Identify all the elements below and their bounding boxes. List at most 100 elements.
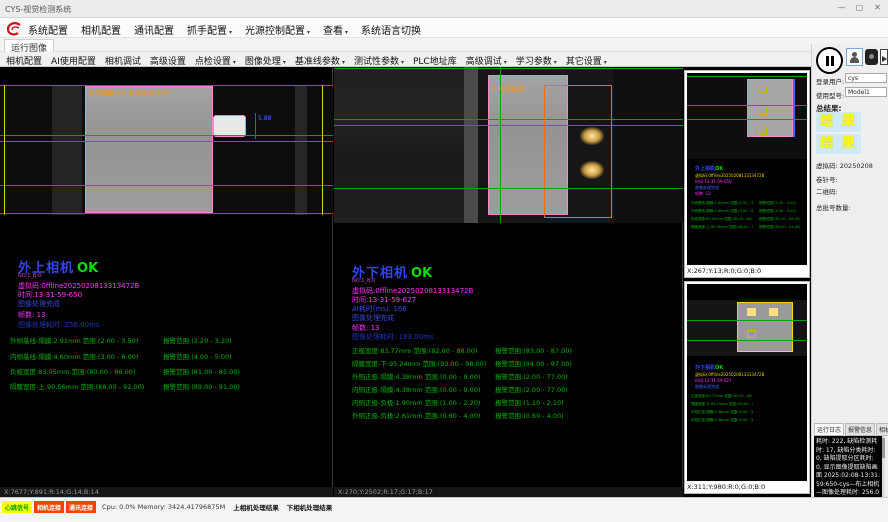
cpu-memory-status: Cpu: 0.0% Memory: 3424.41796875M — [102, 503, 225, 511]
left-camera-image[interactable]: 5.88 灰度阈值:93, 动态阈值:100 — [0, 85, 333, 215]
alarm-range: 报警范围:(1.10 - 2.10) — [495, 397, 564, 407]
tool-camera-debug[interactable]: 相机调试 — [105, 54, 141, 67]
alarm-range: 报警范围:(4.00 - 5.00) — [163, 351, 232, 361]
mini-camera-title: 外下相机OK — [695, 364, 723, 371]
tool-plc-address[interactable]: PLC地址库 — [413, 54, 457, 67]
menu-comm-config[interactable]: 通讯配置 — [134, 22, 174, 37]
chevron-down-icon: ▾ — [401, 59, 404, 66]
tool-other-settings[interactable]: 其它设置▾ — [566, 54, 607, 67]
tool-test-params[interactable]: 测试性参数▾ — [354, 54, 404, 67]
result-box-2: 结 果 — [816, 134, 861, 154]
batch-count-label: 总批号数量: — [816, 202, 851, 212]
chevron-down-icon: ▾ — [233, 59, 236, 66]
ai-detection-roi — [544, 85, 612, 218]
left-process-done: 图像处理完成 — [18, 299, 60, 309]
alarm-range: 报警范围:(2.20 - 3.20) — [163, 335, 232, 345]
middle-camera-sub: NO:1_B:0 — [352, 278, 375, 284]
chevron-down-icon: ▾ — [307, 29, 310, 36]
menu-system-config[interactable]: 系统配置 — [28, 22, 68, 37]
window-title: CYS-视觉检测系统 — [5, 4, 71, 15]
chevron-down-icon: ▾ — [229, 29, 232, 36]
device-button[interactable] — [865, 49, 878, 65]
tab-camera-info[interactable]: 相机信息 — [876, 423, 888, 436]
model-field[interactable]: Model1 — [845, 87, 887, 97]
log-output: 耗时: 222, 缺陷检测耗时: 17, 缺陷分类耗时: 0, 缺陷提取分区耗时… — [814, 436, 885, 497]
measure-marker-line — [255, 113, 256, 139]
measurement-row: 内侧正极-负极:1.90mm 范围:(1.00 - 2.20) — [352, 397, 480, 407]
tool-image-processing[interactable]: 图像处理▾ — [245, 54, 286, 67]
exit-button[interactable] — [880, 49, 888, 65]
camera-connect-badge: 相机连接 — [34, 501, 64, 513]
pause-button[interactable] — [816, 47, 843, 74]
login-user-label: 登录用户: — [816, 76, 844, 86]
alarm-range: 报警范围:(0.60 - 4.00) — [495, 410, 564, 420]
mini-panel-bottom[interactable]: 外下相机OK 虚拟码:0ffline2025020813313472B 时间:1… — [684, 281, 810, 494]
mini-top-pixel-coords: X:267;Y:13;R:0;G:0;B:0 — [685, 267, 809, 277]
chevron-down-icon: ▾ — [283, 59, 286, 66]
tab-alarm-info[interactable]: 报警信息 — [845, 423, 875, 436]
alarm-range: 报警范围:(94.00 - 97.00) — [495, 358, 572, 368]
menu-gripper-config[interactable]: 抓手配置▾ — [187, 22, 232, 37]
tool-learning-params[interactable]: 学习参数▾ — [516, 54, 557, 67]
alarm-range: 报警范围:(2.00 - 77.00) — [495, 371, 568, 381]
alarm-range: 报警范围:(81.00 - 85.00) — [163, 366, 240, 376]
user-login-button[interactable] — [846, 48, 863, 66]
log-scrollbar[interactable] — [882, 436, 885, 497]
tab-run-image[interactable]: 运行图像 — [4, 39, 54, 52]
result-box-1: 结 果 — [816, 112, 861, 132]
left-camera-viewport[interactable]: 5.88 灰度阈值:93, 动态阈值:100 外上相机OK NO:1_B:0 虚… — [0, 67, 333, 497]
virtual-code-value: 20250208 — [840, 162, 873, 170]
mini-bottom-pixel-coords: X:311;Y:980;R:0;G:0;B:0 — [685, 483, 809, 493]
log-tab-strip: 运行日志 报警信息 相机信息 — [814, 423, 888, 436]
upper-camera-result-link[interactable]: 上相机处理结果 — [233, 502, 279, 512]
middle-camera-viewport[interactable]: AI检测画面 外下相机OK NO:1_B:0 虚拟码:0ffline202502… — [334, 67, 683, 497]
middle-process-time: 图像处理耗时: 183.00ms — [352, 332, 434, 342]
ok-status-badge: OK — [77, 261, 98, 276]
chevron-down-icon: ▾ — [342, 59, 345, 66]
tool-ai-config[interactable]: AI使用配置 — [51, 54, 96, 67]
chevron-down-icon: ▾ — [504, 59, 507, 66]
comm-connect-badge: 通讯连接 — [66, 501, 96, 513]
chevron-down-icon: ▾ — [554, 59, 557, 66]
sidebar: 登录用户: cys 使用型号: Model1 总结果: 结 果 结 果 虚拟码:… — [811, 44, 888, 497]
lower-camera-result-link[interactable]: 下相机处理结果 — [287, 502, 333, 512]
tool-camera-config[interactable]: 相机配置 — [6, 54, 42, 67]
middle-process-done: 图像处理完成 — [352, 313, 394, 323]
mini-camera-title: 外上相机OK — [695, 165, 723, 172]
alarm-range: 报警范围:(89.00 - 91.00) — [163, 381, 240, 391]
left-frame-count: 帧数: 13 — [18, 310, 46, 320]
minimize-icon[interactable]: — — [834, 2, 849, 14]
menu-light-config[interactable]: 光源控制配置▾ — [245, 22, 310, 37]
measurement-row: 正极宽度:83.77mm 范围:(82.00 - 88.00) — [352, 345, 477, 355]
tool-advanced-debug[interactable]: 高级调试▾ — [466, 54, 507, 67]
middle-pixel-coords: X:270;Y:2502;R:17;G:17;B:17 — [334, 487, 683, 497]
menu-bar: 系统配置 相机配置 通讯配置 抓手配置▾ 光源控制配置▾ 查看▾ 系统语言切换 — [0, 18, 888, 38]
alarm-range: 报警范围:(2.00 - 77.00) — [495, 384, 568, 394]
measurement-row: 内侧基线-隔膜:4.60mm 范围:(3.00 - 6.00) — [10, 351, 138, 361]
close-icon[interactable]: ✕ — [870, 2, 885, 14]
virtual-code-label: 虚拟码: 20250208 — [816, 160, 873, 170]
lens-icon — [869, 54, 874, 59]
tool-spot-check[interactable]: 点检设置▾ — [195, 54, 236, 67]
needle-label: 卷针号: — [816, 174, 838, 184]
menu-camera-config[interactable]: 相机配置 — [81, 22, 121, 37]
mini-panel-top[interactable]: 外上相机OK 虚拟码:0ffline2025020813313472B 时间:1… — [684, 70, 810, 278]
middle-camera-image[interactable]: AI检测画面 — [334, 67, 683, 223]
measurement-row: 隔膜宽度-上:90.56mm 范围:(88.00 - 92.00) — [10, 381, 144, 391]
measurement-row: 外侧正极-隔膜:4.38mm 范围:(0.00 - 9.00) — [352, 371, 480, 381]
alarm-range: 报警范围:(83.00 - 87.00) — [495, 345, 572, 355]
tab-strip: 运行图像 — [0, 38, 888, 52]
maximize-icon[interactable]: ▢ — [852, 2, 867, 14]
tool-baseline-params[interactable]: 基准线参数▾ — [295, 54, 345, 67]
login-user-field[interactable]: cys — [845, 73, 887, 83]
menu-language-switch[interactable]: 系统语言切换 — [361, 22, 421, 37]
tool-advanced-settings[interactable]: 高级设置 — [150, 54, 186, 67]
qr-code-label: 二维码: — [816, 186, 838, 196]
left-process-time: 图像处理耗时: 256.00ms — [18, 320, 100, 330]
menu-view[interactable]: 查看▾ — [323, 22, 348, 37]
toolbar: 相机配置 AI使用配置 相机调试 高级设置 点检设置▾ 图像处理▾ 基准线参数▾… — [0, 52, 888, 67]
tab-run-log[interactable]: 运行日志 — [814, 423, 844, 436]
electrode-panel-roi — [85, 86, 213, 213]
measurement-row: 外侧正极-负极:2.61mm 范围:(0.60 - 4.00) — [352, 410, 480, 420]
chevron-down-icon: ▾ — [604, 59, 607, 66]
